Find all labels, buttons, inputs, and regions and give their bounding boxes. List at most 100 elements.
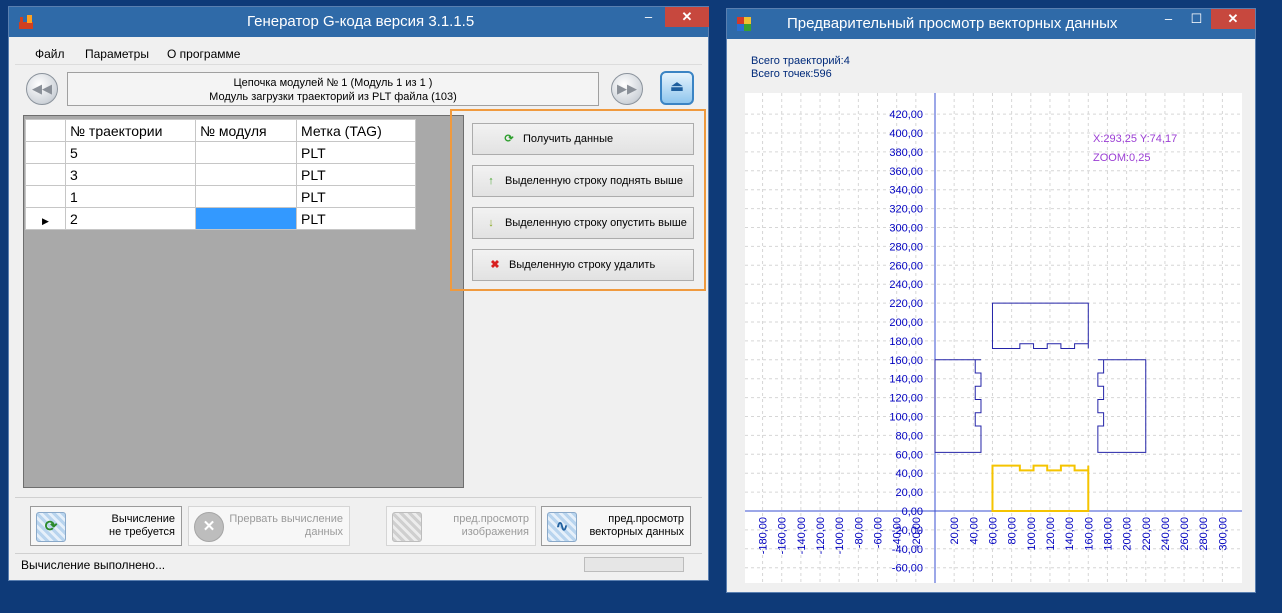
trajectory-grid[interactable]: № траектории № модуля Метка (TAG) 5 PLT … [23,115,464,488]
window-title: Генератор G-кода версия 3.1.1.5 [247,13,475,30]
minimize-button[interactable]: – [1155,9,1182,29]
y-tick-label: 300,00 [889,223,923,235]
x-tick-label: 260,00 [1179,517,1191,551]
get-data-button[interactable]: ⟳ Получить данные [472,123,694,155]
x-tick-label: 20,00 [949,517,961,545]
calculation-button[interactable]: ⟳ Вычисление не требуется [30,506,182,546]
image-preview-icon [392,512,422,542]
menu-file[interactable]: Файл [35,47,65,61]
x-tick-label: -160,00 [777,517,789,554]
title-bar[interactable]: Генератор G-кода версия 3.1.1.5 – ✕ [9,7,709,37]
cell-module[interactable] [195,163,297,186]
status-bar: Вычисление выполнено... [15,553,702,575]
y-tick-label: -60,00 [892,563,923,575]
row-header[interactable] [25,163,66,186]
menu-parameters[interactable]: Параметры [85,47,149,61]
delete-icon: ✖ [490,259,500,271]
point-count: Всего точек:596 [751,68,832,80]
cell-module[interactable] [195,141,297,164]
table-row[interactable]: 5 PLT [25,141,416,164]
app-icon [19,15,33,29]
table-header: № траектории № модуля Метка (TAG) [25,119,416,142]
next-module-button[interactable]: ▶▶ [611,73,643,105]
cell-tag[interactable]: PLT [296,207,416,230]
move-row-down-button[interactable]: ↓ Выделенную строку опустить выше [472,207,694,239]
cell-module[interactable] [195,185,297,208]
stop-icon: ✕ [194,512,224,542]
delete-row-label: Выделенную строку удалить [509,259,656,271]
fast-forward-icon: ▶▶ [617,81,637,96]
delete-row-button[interactable]: ✖ Выделенную строку удалить [472,249,694,281]
row-header-corner [25,119,66,142]
plot-canvas[interactable]: -60,00 -40,00 -20,00 20,00 40,00 60,00 80,00 10… [745,93,1242,583]
column-header-trajectory[interactable]: № траектории [65,119,196,142]
y-tick-label: 380,00 [889,147,923,159]
abort-calculation-button[interactable]: ✕ Прервать вычисление данных [188,506,350,546]
y-tick-label: 220,00 [889,298,923,310]
menu-bar: Файл Параметры О программе [15,43,702,65]
maximize-button[interactable]: ☐ [1183,9,1210,29]
x-tick-label: -100,00 [834,517,846,554]
x-tick-label: -60,00 [873,517,885,548]
x-tick-label: 220,00 [1141,517,1153,551]
y-tick-label: 60,00 [895,449,923,461]
recalculate-icon: ⟳ [36,512,66,542]
cell-trajectory[interactable]: 3 [65,163,196,186]
row-header[interactable] [25,185,66,208]
bottom-toolbar: ⟳ Вычисление не требуется ✕ Прервать выч… [15,497,702,551]
x-tick-label: 140,00 [1064,517,1076,551]
column-header-module[interactable]: № модуля [195,119,297,142]
y-tick-label: 100,00 [889,412,923,424]
minimize-button[interactable]: – [635,7,662,27]
rewind-icon: ◀◀ [32,81,52,96]
window-icon [737,17,751,31]
cell-tag[interactable]: PLT [296,185,416,208]
trajectory-selected [991,464,1090,512]
x-tick-label: -80,00 [853,517,865,548]
prev-module-button[interactable]: ◀◀ [26,73,58,105]
cell-tag[interactable]: PLT [296,163,416,186]
x-tick-label: 160,00 [1083,517,1095,551]
x-tick-label: 180,00 [1102,517,1114,551]
arrow-down-icon: ↓ [488,217,494,229]
x-tick-label: 200,00 [1122,517,1134,551]
cell-trajectory[interactable]: 1 [65,185,196,208]
vector-preview-window: Предварительный просмотр векторных данны… [726,8,1256,593]
cell-tag[interactable]: PLT [296,141,416,164]
close-button[interactable]: ✕ [665,7,709,27]
arrow-up-icon: ↑ [488,175,494,187]
x-tick-label: 60,00 [987,517,999,545]
x-tick-label: 120,00 [1045,517,1057,551]
table-row[interactable]: 1 PLT [25,185,416,208]
x-tick-label: 240,00 [1160,517,1172,551]
vector-preview-icon: ∿ [547,512,577,542]
status-text: Вычисление выполнено... [21,558,166,572]
x-tick-label: 280,00 [1198,517,1210,551]
refresh-icon: ⟳ [504,133,514,145]
cell-trajectory[interactable]: 2 [65,207,196,230]
table-row[interactable]: 3 PLT [25,163,416,186]
close-button[interactable]: ✕ [1211,9,1255,29]
column-header-tag[interactable]: Метка (TAG) [296,119,416,142]
menu-about[interactable]: О программе [167,47,240,61]
zoom-level: ZOOM:0,25 [1093,152,1150,164]
cell-module-selected[interactable] [195,207,297,230]
trajectory-table: № траектории № модуля Метка (TAG) 5 PLT … [25,119,416,230]
get-data-label: Получить данные [523,133,614,145]
vector-plot[interactable]: -60,00 -40,00 -20,00 20,00 40,00 60,00 80,00 10… [745,93,1242,583]
y-tick-label: 280,00 [889,241,923,253]
origin-label: 0,00 [902,506,923,518]
table-row-selected[interactable]: ▶ 2 PLT [25,207,416,230]
image-preview-button[interactable]: пред.просмотр изображения [386,506,536,546]
cell-trajectory[interactable]: 5 [65,141,196,164]
move-row-up-button[interactable]: ↑ Выделенную строку поднять выше [472,165,694,197]
row-header[interactable] [25,141,66,164]
x-tick-label: -120,00 [815,517,827,554]
title-bar[interactable]: Предварительный просмотр векторных данны… [727,9,1255,39]
eject-button[interactable]: ⏏ [660,71,694,105]
vector-preview-button[interactable]: ∿ пред.просмотр векторных данных [541,506,691,546]
row-header[interactable]: ▶ [25,207,66,230]
trajectory-top [991,302,1089,349]
move-row-up-label: Выделенную строку поднять выше [505,175,683,187]
eject-icon: ⏏ [669,78,685,95]
